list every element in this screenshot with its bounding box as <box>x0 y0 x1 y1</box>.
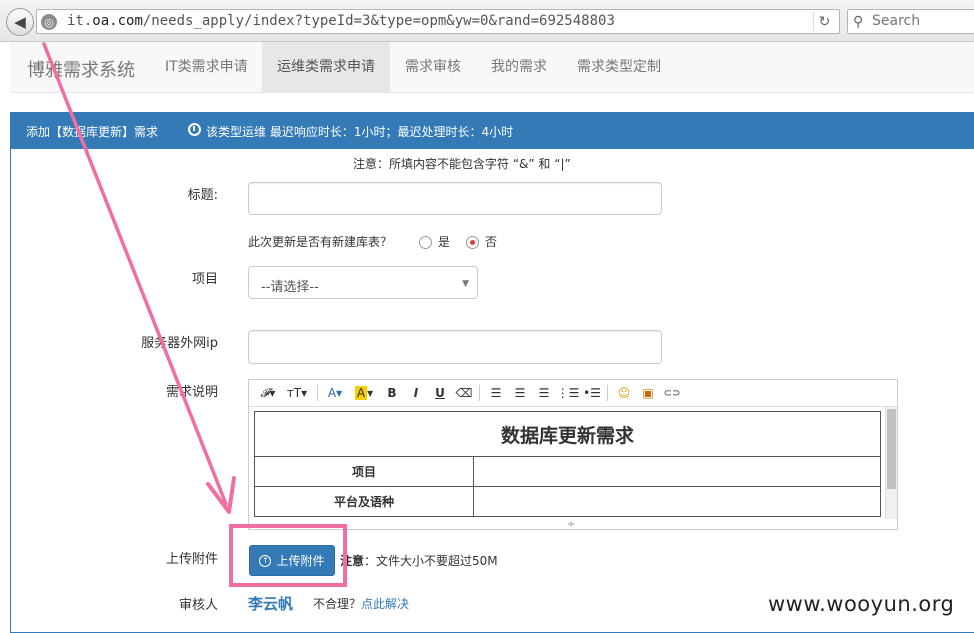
chevron-down-icon: ▼ <box>462 279 469 289</box>
upload-icon: ↑ <box>259 554 272 567</box>
highlight-button[interactable]: A ▾ <box>351 383 377 403</box>
app-navbar: 博雅需求系统 IT类需求申请 运维类需求申请 需求审核 我的需求 需求类型定制 <box>10 42 974 93</box>
search-placeholder: Search <box>872 13 921 29</box>
doc-row-label: 平台及语种 <box>254 486 474 517</box>
font-size-button[interactable]: тT ▾ <box>283 383 311 403</box>
new-table-question: 此次更新是否有新建库表？ <box>248 235 393 249</box>
doc-row-label: 项目 <box>254 456 474 487</box>
scroll-thumb[interactable] <box>887 409 896 489</box>
align-center-icon[interactable]: ☰ <box>511 383 529 403</box>
upload-label: 上传附件 <box>165 552 218 567</box>
align-right-icon[interactable]: ☰ <box>535 383 553 403</box>
radio-yes-label: 是 <box>438 235 451 249</box>
resize-handle-icon[interactable]: ÷ <box>567 519 575 530</box>
rich-text-editor: 𝓕 ▾ тT ▾ A ▾ A ▾ B I U ⌫ ☰ ☰ ☰ ⋮☰ •☰ ☺ ▣ ⊂⊃ … <box>248 379 898 530</box>
upload-attachment-button[interactable]: ↑ 上传附件 <box>249 545 335 576</box>
emoji-icon[interactable]: ☺ <box>615 383 633 403</box>
description-label: 需求说明 <box>165 385 218 400</box>
server-ip-label: 服务器外网ip <box>141 336 218 351</box>
reviewer-label: 审核人 <box>178 598 218 613</box>
upload-note: 注意：文件大小不要超过50M <box>340 554 498 568</box>
back-icon[interactable]: ◀ <box>6 8 34 36</box>
panel-title: 添加【数据库更新】需求 <box>26 125 159 139</box>
underline-button[interactable]: U <box>431 383 449 403</box>
doc-table: 数据库更新需求 项目 平台及语种 <box>254 411 881 517</box>
title-label: 标题: <box>187 188 218 203</box>
doc-row-value[interactable] <box>473 456 881 487</box>
input-notice: 注意：所填内容不能包含字符 “&” 和 “|” <box>353 157 571 171</box>
nav-type-custom[interactable]: 需求类型定制 <box>562 42 676 93</box>
radio-yes[interactable] <box>419 236 432 249</box>
project-select[interactable]: --请选择-- ▼ <box>248 266 478 299</box>
nav-ops-request[interactable]: 运维类需求申请 <box>262 42 390 93</box>
nav-review[interactable]: 需求审核 <box>390 42 476 93</box>
reviewer-name: 李云帆 <box>248 595 294 613</box>
brand-title[interactable]: 博雅需求系统 <box>27 56 135 82</box>
title-input[interactable] <box>248 182 662 215</box>
browser-search-input[interactable]: ⚲ Search <box>847 9 974 34</box>
panel-header: 添加【数据库更新】需求 该类型运维 最迟响应时长：1小时；最迟处理时长：4小时 <box>11 113 974 149</box>
clock-icon <box>188 123 201 136</box>
resolve-link[interactable]: 点此解决 <box>361 597 409 611</box>
radio-no[interactable] <box>466 236 479 249</box>
radio-no-label: 否 <box>485 235 498 249</box>
url-text: it.oa.com/needs_apply/index?typeId=3&typ… <box>67 13 615 29</box>
project-label: 项目 <box>191 272 218 287</box>
address-bar[interactable]: ◎ it.oa.com/needs_apply/index?typeId=3&t… <box>36 9 840 34</box>
sla-info: 该类型运维 最迟响应时长：1小时；最迟处理时长：4小时 <box>206 125 514 139</box>
doc-heading: 数据库更新需求 <box>254 411 881 457</box>
editor-content[interactable]: 数据库更新需求 项目 平台及语种 <box>254 411 881 519</box>
project-select-value: --请选择-- <box>261 280 319 295</box>
link-icon[interactable]: ⊂⊃ <box>663 383 681 403</box>
reload-icon[interactable]: ↻ <box>813 12 835 31</box>
image-icon[interactable]: ▣ <box>639 383 657 403</box>
editor-toolbar: 𝓕 ▾ тT ▾ A ▾ A ▾ B I U ⌫ ☰ ☰ ☰ ⋮☰ •☰ ☺ ▣ ⊂⊃ <box>249 380 897 407</box>
eraser-icon[interactable]: ⌫ <box>455 383 473 403</box>
unreasonable-prompt: 不合理？点此解决 <box>313 597 410 611</box>
unordered-list-icon[interactable]: •☰ <box>583 383 601 403</box>
search-icon: ⚲ <box>853 14 864 30</box>
ordered-list-icon[interactable]: ⋮☰ <box>557 383 580 403</box>
globe-icon: ◎ <box>41 14 57 30</box>
watermark: www.wooyun.org <box>768 592 955 616</box>
server-ip-input[interactable] <box>248 330 662 364</box>
editor-scrollbar[interactable] <box>885 407 897 519</box>
bold-button[interactable]: B <box>383 383 401 403</box>
doc-row-value[interactable] <box>473 486 881 517</box>
font-color-button[interactable]: A ▾ <box>323 383 347 403</box>
font-family-button[interactable]: 𝓕 ▾ <box>255 383 281 403</box>
italic-button[interactable]: I <box>407 383 425 403</box>
nav-it-request[interactable]: IT类需求申请 <box>150 42 263 93</box>
align-left-icon[interactable]: ☰ <box>487 383 505 403</box>
browser-toolbar: ◀ ◎ it.oa.com/needs_apply/index?typeId=3… <box>0 0 974 42</box>
nav-my-requests[interactable]: 我的需求 <box>476 42 562 93</box>
